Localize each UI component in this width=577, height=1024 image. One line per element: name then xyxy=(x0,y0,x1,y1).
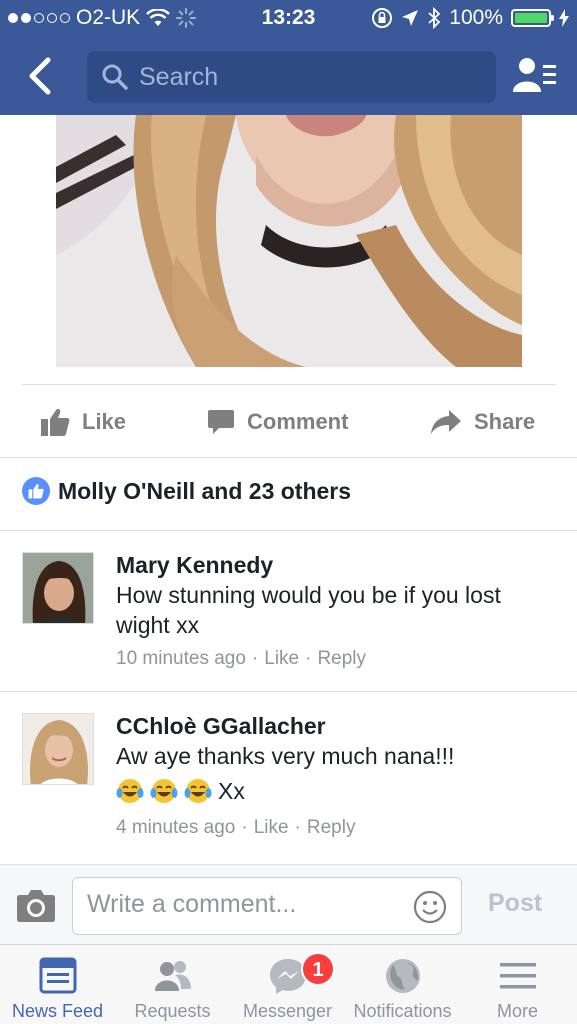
tab-label: News Feed xyxy=(11,1001,104,1021)
post-actions: Like Comment Share xyxy=(0,388,577,456)
comment-body: CChloè GGallacher Aw aye thanks very muc… xyxy=(116,711,556,839)
tab-label: More xyxy=(496,1001,538,1021)
post-button[interactable]: Post xyxy=(488,889,542,918)
tab-label: Messenger xyxy=(242,1001,333,1021)
comment-time: 10 minutes ago xyxy=(116,648,246,669)
photo-image xyxy=(56,115,522,367)
comment-like-link[interactable]: Like xyxy=(254,817,289,839)
tab-label: Notifications xyxy=(353,1001,452,1021)
news-feed-icon xyxy=(39,957,77,994)
search-input[interactable] xyxy=(139,62,469,92)
share-button[interactable]: Share xyxy=(430,388,535,456)
comment-meta: 4 minutes ago · Like · Reply xyxy=(116,817,556,839)
status-right: 100% xyxy=(371,6,569,30)
globe-icon xyxy=(386,959,420,993)
comment-input[interactable] xyxy=(87,890,397,919)
share-icon xyxy=(431,410,461,434)
battery-icon xyxy=(511,9,554,27)
tab-bar: News Feed Requests Messenger Notificatio… xyxy=(0,944,577,1024)
comment-button[interactable]: Comment xyxy=(207,388,348,456)
tab-label: Requests xyxy=(134,1001,211,1021)
tab-more[interactable]: More xyxy=(460,945,575,1024)
comment-divider xyxy=(0,691,577,692)
comment-label: Comment xyxy=(247,409,349,434)
likes-summary-text: Molly O'Neill and 23 others xyxy=(58,477,352,504)
thumbs-up-icon xyxy=(41,409,70,436)
comment-icon xyxy=(208,410,234,434)
meta-separator: · xyxy=(251,648,259,669)
messenger-badge: 1 xyxy=(301,952,335,986)
tears-of-joy-emoji-icon xyxy=(184,779,212,803)
comment-text: How stunning would you be if you lost wi… xyxy=(116,582,501,638)
tab-notifications[interactable]: Notifications xyxy=(345,945,460,1024)
requests-icon xyxy=(155,961,191,991)
comment-reply-link[interactable]: Reply xyxy=(307,817,356,839)
search-icon xyxy=(102,64,128,90)
avatar[interactable] xyxy=(22,552,94,624)
bluetooth-icon xyxy=(428,7,441,29)
battery-percent: 100% xyxy=(449,6,503,29)
meta-separator: · xyxy=(305,648,312,669)
like-label: Like xyxy=(82,409,127,434)
location-icon xyxy=(402,10,419,26)
comment-box[interactable] xyxy=(72,877,462,935)
comment-author[interactable]: CChloè GGallacher xyxy=(116,711,556,741)
menu-icon xyxy=(500,963,536,989)
like-badge-icon xyxy=(22,477,50,505)
comment-emoji-text: Xx xyxy=(218,778,245,804)
comment-text: Aw aye thanks very much nana!!! xyxy=(116,743,455,769)
comment-emoji-row: Xx xyxy=(116,771,556,811)
camera-icon[interactable] xyxy=(16,887,56,923)
meta-separator: · xyxy=(241,817,248,838)
comment-reply-link[interactable]: Reply xyxy=(317,648,366,670)
tears-of-joy-emoji-icon xyxy=(116,779,144,803)
comment-author[interactable]: Mary Kennedy xyxy=(116,550,556,580)
share-label: Share xyxy=(474,409,536,434)
comment-body: Mary Kennedy How stunning would you be i… xyxy=(116,550,556,670)
back-arrow-icon[interactable] xyxy=(22,56,58,96)
meta-separator: · xyxy=(294,817,301,838)
likes-summary[interactable]: Molly O'Neill and 23 others xyxy=(22,477,351,505)
tab-requests[interactable]: Requests xyxy=(115,945,230,1024)
comment-composer: Post xyxy=(0,864,577,944)
comment-meta: 10 minutes ago · Like · Reply xyxy=(116,648,556,670)
avatar[interactable] xyxy=(22,713,94,785)
comment-like-link[interactable]: Like xyxy=(264,648,299,670)
post-photo-area xyxy=(0,115,577,367)
like-button[interactable]: Like xyxy=(40,388,126,456)
emoji-picker-icon[interactable] xyxy=(413,890,447,924)
status-bar: O2-UK 13:23 100% xyxy=(0,0,577,40)
likes-divider xyxy=(0,530,577,531)
friends-list-icon[interactable] xyxy=(512,56,558,96)
comment-time: 4 minutes ago xyxy=(116,817,236,838)
charging-icon xyxy=(559,9,569,27)
top-bar: O2-UK 13:23 100% Search xyxy=(0,0,577,115)
post-photo[interactable] xyxy=(56,115,522,367)
post-divider xyxy=(22,384,556,385)
tab-news-feed[interactable]: News Feed xyxy=(0,945,115,1024)
tears-of-joy-emoji-icon xyxy=(150,779,178,803)
search-bar[interactable] xyxy=(87,51,496,103)
rotation-lock-icon xyxy=(372,8,393,28)
actions-divider xyxy=(0,457,577,458)
